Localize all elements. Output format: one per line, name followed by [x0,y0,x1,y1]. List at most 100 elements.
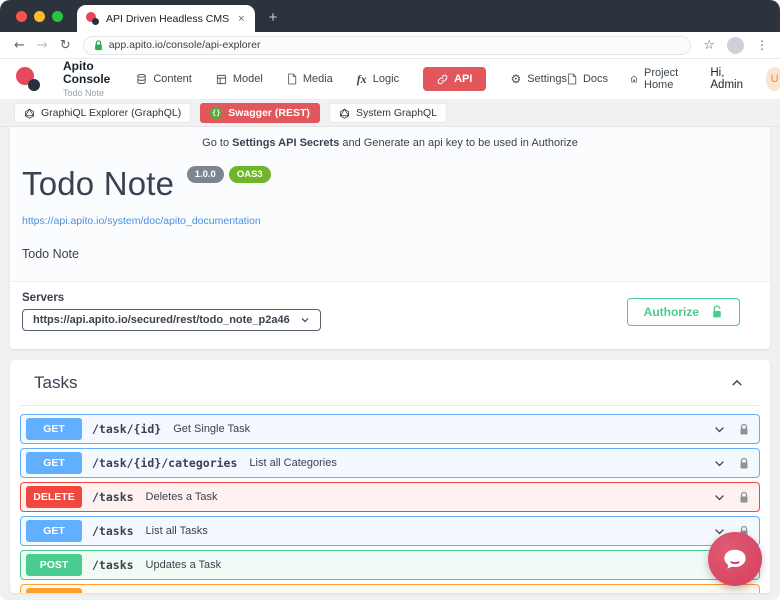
nav-label: Model [232,73,263,85]
api-info-block: Todo Note 1.0.0 OAS3 https://api.apito.i… [10,151,770,282]
endpoint-row[interactable]: GET/task/{id}/categories List all Categor… [20,448,760,478]
chevron-down-icon[interactable] [713,457,726,470]
version-badge: 1.0.0 [186,166,224,183]
nav-item-settings[interactable]: ⚙ Settings [510,73,567,85]
model-icon [216,74,226,84]
project-name: Todo Note [63,88,105,99]
maximize-window-button[interactable] [52,11,63,22]
secure-lock-icon [94,39,102,50]
back-icon[interactable]: ← [14,39,25,52]
main-nav: Content Model Media fx Logic API ⚙ Setti… [136,67,567,91]
browser-tab[interactable]: API Driven Headless CMS × [77,5,255,32]
endpoint-row[interactable]: GET/task/{id} Get Single Task [20,414,760,444]
project-home-label: Project Home [644,67,679,91]
tab-title: API Driven Headless CMS [106,12,230,25]
browser-menu-icon[interactable]: ⋮ [756,38,768,52]
nav-item-model[interactable]: Model [216,73,263,85]
app-name: Apito Console [63,58,111,86]
endpoint-summary: List all Tasks [145,525,208,537]
chevron-up-icon[interactable] [730,376,744,390]
tab-graphiql-explorer[interactable]: GraphiQL Explorer (GraphQL) [14,103,192,123]
user-greeting: Hi, Admin [710,67,743,91]
lock-icon[interactable] [739,423,749,436]
endpoint-path: /tasks [92,558,134,572]
tab-label: Swagger (REST) [228,107,310,119]
chat-bubble-icon [724,549,746,569]
nav-item-logic[interactable]: fx Logic [357,72,399,87]
close-tab-icon[interactable]: × [238,13,244,25]
scheme-container: Servers https://api.apito.io/secured/res… [10,282,770,349]
graphql-icon [339,107,350,119]
app-title-block: Apito Console Todo Note [63,58,111,99]
authorize-button[interactable]: Authorize [626,297,740,326]
endpoint-path: /tasks [92,592,134,593]
notice-text: and Generate an api key to be used in Au… [339,137,578,149]
endpoint-row[interactable]: GET/tasks List all Tasks [20,516,760,546]
chat-widget-button[interactable] [708,532,762,586]
tasks-section-header[interactable]: Tasks [20,360,760,406]
server-url: https://api.apito.io/secured/rest/todo_n… [33,314,290,326]
servers-block: Servers https://api.apito.io/secured/res… [22,292,321,331]
chevron-down-icon[interactable] [713,423,726,436]
docs-link[interactable]: Docs [567,73,608,85]
nav-item-content[interactable]: Content [136,73,192,85]
minimize-window-button[interactable] [34,11,45,22]
new-tab-button[interactable]: + [269,10,278,25]
tab-system-graphql[interactable]: System GraphQL [328,103,448,123]
unlock-icon [713,304,721,317]
bookmark-star-icon[interactable]: ☆ [703,38,715,53]
nav-item-api-active[interactable]: API [423,67,487,91]
endpoint-summary: Deletes a Task [145,491,218,503]
nav-label: Settings [527,73,567,85]
database-icon [137,73,146,85]
documentation-link[interactable]: https://api.apito.io/system/doc/apito_do… [22,215,261,227]
url-text: app.apito.io/console/api-explorer [108,39,261,51]
method-badge: DELETE [26,486,82,508]
tab-swagger-rest[interactable]: {} Swagger (REST) [200,103,320,123]
close-window-button[interactable] [16,11,27,22]
nav-item-media[interactable]: Media [287,73,333,85]
window-controls[interactable] [16,11,63,22]
docs-label: Docs [582,73,609,85]
browser-toolbar: ← → ↻ app.apito.io/console/api-explorer … [0,32,780,59]
servers-label: Servers [22,292,65,304]
chevron-down-icon [301,318,309,323]
endpoint-row[interactable]: PUT/tasksCreates a Task [20,584,760,593]
method-badge: POST [26,554,82,576]
lock-icon[interactable] [739,593,749,594]
endpoint-summary: List all Categories [249,457,337,469]
method-badge: PUT [26,588,82,593]
swagger-icon: {} [210,107,223,119]
address-bar[interactable]: app.apito.io/console/api-explorer [82,35,692,55]
lock-icon[interactable] [739,491,749,504]
endpoint-path: /tasks [92,524,134,538]
swagger-page: Go to Settings API Secrets and Generate … [0,127,780,600]
project-home-link[interactable]: Project Home [630,67,688,91]
lock-icon[interactable] [739,457,749,470]
endpoint-row[interactable]: POST/tasks Updates a Task [20,550,760,580]
header-right: Docs Project Home Hi, Admin U [567,67,780,91]
home-icon [630,75,638,83]
endpoint-path: /task/{id}/categories [92,456,238,470]
browser-profile-avatar[interactable] [727,36,744,54]
fx-icon: fx [356,71,367,86]
api-description: Todo Note [22,247,79,261]
nav-label: Content [153,73,192,85]
apito-logo[interactable] [16,66,41,92]
endpoint-path: /tasks [92,490,134,504]
app-header: Apito Console Todo Note Content Model Me… [0,59,780,100]
server-select[interactable]: https://api.apito.io/secured/rest/todo_n… [22,309,321,331]
endpoint-path: /task/{id} [92,422,162,436]
nav-label: Logic [372,73,400,85]
graphql-icon [24,107,35,119]
user-avatar[interactable]: U [766,67,780,91]
reload-icon[interactable]: ↻ [60,39,71,52]
link-icon [437,74,448,84]
apito-favicon [86,12,99,25]
doc-file-icon [568,73,577,85]
chevron-down-icon[interactable] [713,593,726,594]
authorize-label: Authorize [643,304,699,319]
method-badge: GET [26,520,82,542]
endpoint-row[interactable]: DELETE/tasks Deletes a Task [20,482,760,512]
chevron-down-icon[interactable] [713,491,726,504]
